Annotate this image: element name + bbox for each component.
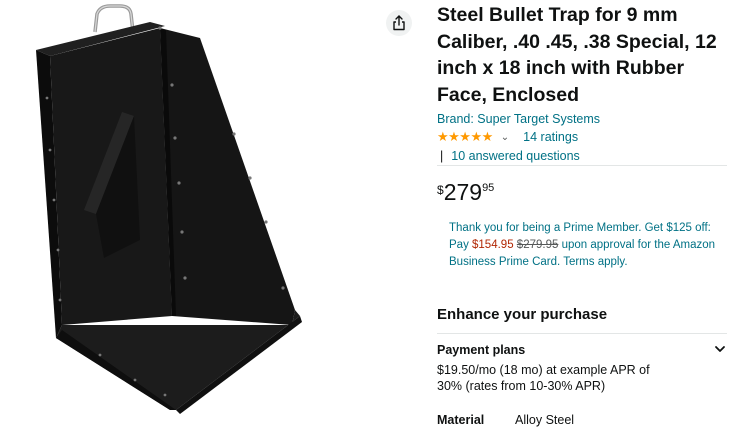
share-button[interactable] [386, 10, 412, 36]
answered-questions-link[interactable]: 10 answered questions [451, 149, 580, 163]
price-whole: 279 [443, 179, 483, 205]
spec-row-material: Material Alloy Steel [437, 413, 727, 427]
star-rating[interactable]: ★★★★★ [437, 129, 493, 145]
product-details: Steel Bullet Trap for 9 mm Caliber, .40 … [437, 0, 737, 394]
chevron-down-icon[interactable] [713, 342, 727, 356]
divider [437, 165, 727, 166]
spec-key: Material [437, 413, 485, 427]
prime-list-price: $279.95 [516, 239, 559, 251]
spec-value: Alloy Steel [515, 413, 575, 427]
qa-row: | 10 answered questions [437, 147, 737, 165]
price-fraction: 95 [482, 182, 495, 194]
product-title: Steel Bullet Trap for 9 mm Caliber, .40 … [437, 4, 717, 106]
payment-plans-title: Payment plans [437, 343, 526, 357]
price: $ 279 95 [437, 180, 737, 204]
payment-plans[interactable]: Payment plans $19.50/mo (18 mo) at examp… [437, 333, 727, 394]
ratings-link[interactable]: 14 ratings [523, 130, 578, 144]
brand-link[interactable]: Brand: Super Target Systems [437, 112, 737, 126]
chevron-down-small-icon[interactable]: ⌄ [501, 132, 509, 143]
prime-sale-price: $154.95 [472, 239, 514, 251]
rating-row: ★★★★★ ⌄ 14 ratings [437, 128, 737, 146]
prime-card-offer[interactable]: Thank you for being a Prime Member. Get … [437, 220, 727, 271]
share-icon [393, 15, 405, 31]
product-image-panel[interactable] [0, 0, 380, 435]
price-symbol: $ [437, 183, 444, 197]
qa-separator: | [440, 149, 444, 163]
product-image[interactable] [0, 0, 380, 435]
enhance-heading: Enhance your purchase [437, 306, 608, 323]
payment-plans-description: $19.50/mo (18 mo) at example APR of 30% … [437, 363, 650, 393]
